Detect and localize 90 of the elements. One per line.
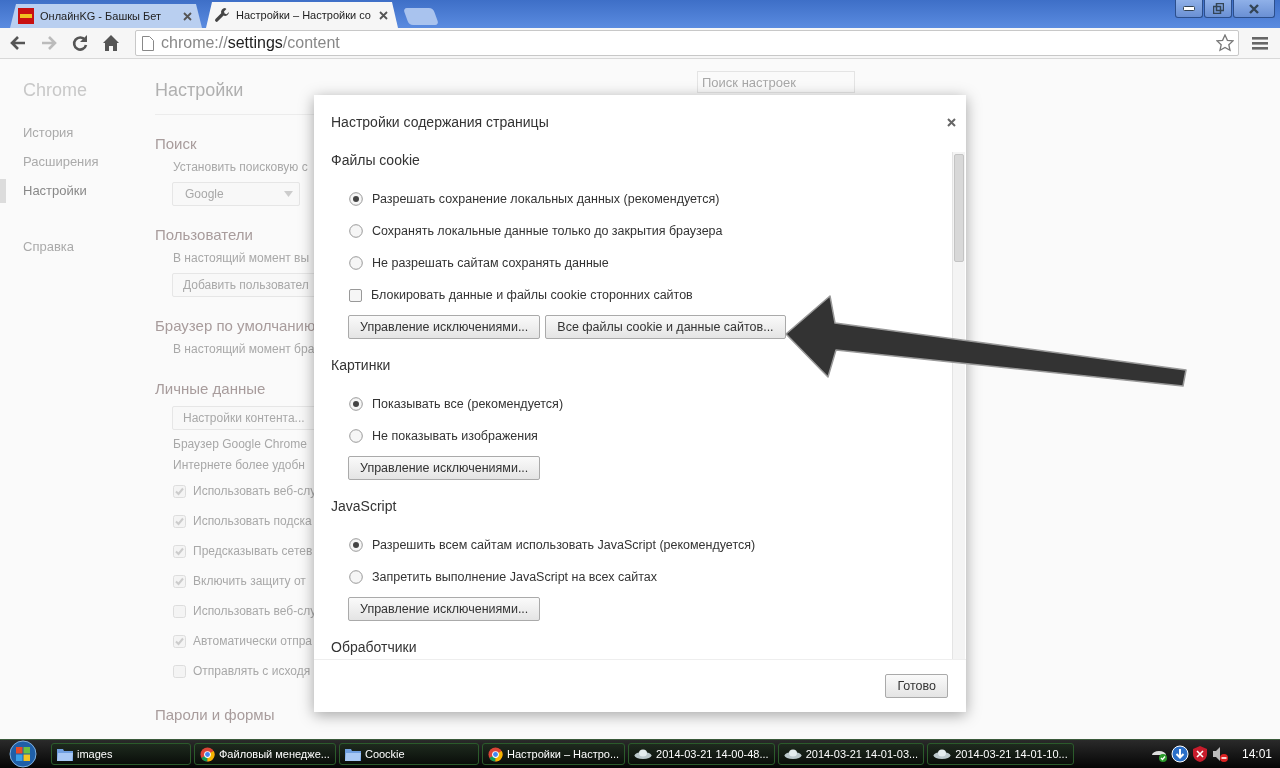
- option-label: Не показывать изображения: [372, 429, 538, 443]
- radio-button[interactable]: [349, 570, 363, 584]
- dialog-title: Настройки содержания страницы: [331, 114, 549, 130]
- taskbar-button[interactable]: Coockie: [338, 743, 479, 765]
- page-title: Настройки: [155, 80, 245, 101]
- restore-button[interactable]: [1204, 0, 1232, 18]
- option-label: Запретить выполнение JavaScript на всех сайтах: [372, 570, 657, 584]
- site-icon: [18, 8, 34, 24]
- address-bar[interactable]: chrome://settings/content: [135, 30, 1239, 56]
- speaker-muted-icon[interactable]: [1210, 745, 1229, 763]
- option-label: Не разрешать сайтам сохранять данные: [372, 256, 609, 270]
- disc-icon: [634, 748, 653, 760]
- disc-icon: [933, 748, 952, 760]
- folder-icon: [344, 747, 361, 761]
- disc-icon: [783, 748, 802, 760]
- close-icon[interactable]: [379, 10, 388, 20]
- page-icon: [142, 35, 154, 51]
- dialog-button[interactable]: Управление исключениями...: [348, 456, 541, 480]
- taskbar-button[interactable]: 2014-03-21 14-01-03...: [777, 743, 925, 765]
- minimize-icon: [1183, 6, 1195, 11]
- checkbox-label: Использовать веб-слу: [193, 604, 317, 618]
- dialog-button[interactable]: Все файлы cookie и данные сайтов...: [545, 315, 786, 339]
- checkbox-label: Использовать веб-слу: [193, 484, 317, 498]
- description-text: В настоящий момент вы: [173, 250, 310, 267]
- wrench-icon: [214, 7, 230, 23]
- option-label: Разрешить всем сайтам использовать JavaScript (рекомендуется): [372, 538, 756, 552]
- section-heading: Браузер по умолчанию: [155, 317, 316, 336]
- taskbar-button[interactable]: images: [51, 743, 191, 765]
- section-heading: Обработчики: [331, 639, 418, 657]
- star-icon[interactable]: [1216, 34, 1234, 52]
- download-icon[interactable]: [1170, 745, 1189, 763]
- close-icon[interactable]: [947, 117, 956, 127]
- reload-icon[interactable]: [71, 34, 89, 52]
- new-tab-button[interactable]: [402, 8, 440, 25]
- scrollbar[interactable]: [952, 152, 965, 659]
- taskbar-button[interactable]: 2014-03-21 14-00-48...: [628, 743, 775, 765]
- taskbar-button[interactable]: Настройки – Настро...: [481, 743, 626, 765]
- minimize-button[interactable]: [1175, 0, 1203, 18]
- close-button[interactable]: [1233, 0, 1275, 18]
- folder-icon: [57, 747, 73, 761]
- description-text: Интернете более удобн: [173, 457, 305, 474]
- selection-bar: [0, 178, 6, 203]
- section-heading: Пароли и формы: [155, 706, 275, 725]
- section-heading: Поиск: [155, 135, 197, 154]
- section-heading: Пользователи: [155, 226, 253, 245]
- section-heading: Личные данные: [155, 380, 266, 399]
- restore-icon: [1212, 3, 1224, 14]
- option-label: Показывать все (рекомендуется): [372, 397, 564, 411]
- menu-icon[interactable]: [1252, 36, 1268, 50]
- dialog-button[interactable]: Управление исключениями...: [348, 315, 541, 339]
- taskbar-button[interactable]: Файловый менедже...: [194, 743, 336, 765]
- caret-icon: [284, 191, 293, 197]
- radio-button[interactable]: [349, 192, 363, 206]
- browser-tab[interactable]: ОнлайнKG - Башкы Бет: [10, 4, 202, 28]
- checkbox-label: Включить защиту от: [193, 574, 306, 588]
- section-heading: JavaScript: [331, 498, 398, 516]
- option-label: Разрешать сохранение локальных данных (рекомендуется): [372, 192, 720, 206]
- home-icon[interactable]: [102, 34, 120, 52]
- radio-button[interactable]: [349, 224, 363, 238]
- option-label: Блокировать данные и файлы cookie сторонних сайтов: [371, 288, 693, 302]
- back-icon[interactable]: [9, 34, 27, 52]
- sidebar-item[interactable]: Настройки: [23, 183, 87, 198]
- browser-tab[interactable]: Настройки – Настройки со: [206, 2, 398, 28]
- clock: 14:01: [1241, 747, 1272, 761]
- option-label: Сохранять локальные данные только до закрытия браузера: [372, 224, 723, 238]
- radio-button[interactable]: [349, 397, 363, 411]
- radio-button[interactable]: [349, 538, 363, 552]
- browser-icon: [487, 746, 503, 762]
- search-field[interactable]: Поиск настроек: [697, 71, 855, 93]
- checkbox-label: Использовать подска: [193, 514, 312, 528]
- taskbar-button[interactable]: 2014-03-21 14-01-10...: [927, 743, 1074, 765]
- shield-icon[interactable]: [1191, 745, 1208, 763]
- description-text: Установить поисковую с: [173, 159, 308, 176]
- section-heading: Файлы cookie: [331, 152, 421, 170]
- checkbox[interactable]: [349, 288, 362, 302]
- start-button[interactable]: [6, 740, 40, 768]
- done-button[interactable]: Готово: [885, 674, 948, 698]
- scroll-thumb[interactable]: [954, 154, 964, 262]
- description-text: В настоящий момент бра: [173, 341, 315, 358]
- checkbox-label: Предсказывать сетев: [193, 544, 313, 558]
- description-text: Браузер Google Chrome: [173, 436, 307, 453]
- close-icon: [1249, 3, 1259, 14]
- dialog-button[interactable]: Управление исключениями...: [348, 597, 541, 621]
- browser-icon: [200, 746, 215, 762]
- radio-button[interactable]: [349, 429, 363, 443]
- radio-button[interactable]: [349, 256, 363, 270]
- section-heading: Картинки: [331, 357, 392, 375]
- close-icon[interactable]: [183, 11, 192, 21]
- checkbox-label: Отправлять с исходя: [193, 664, 311, 678]
- checkbox-label: Автоматически отпра: [193, 634, 312, 648]
